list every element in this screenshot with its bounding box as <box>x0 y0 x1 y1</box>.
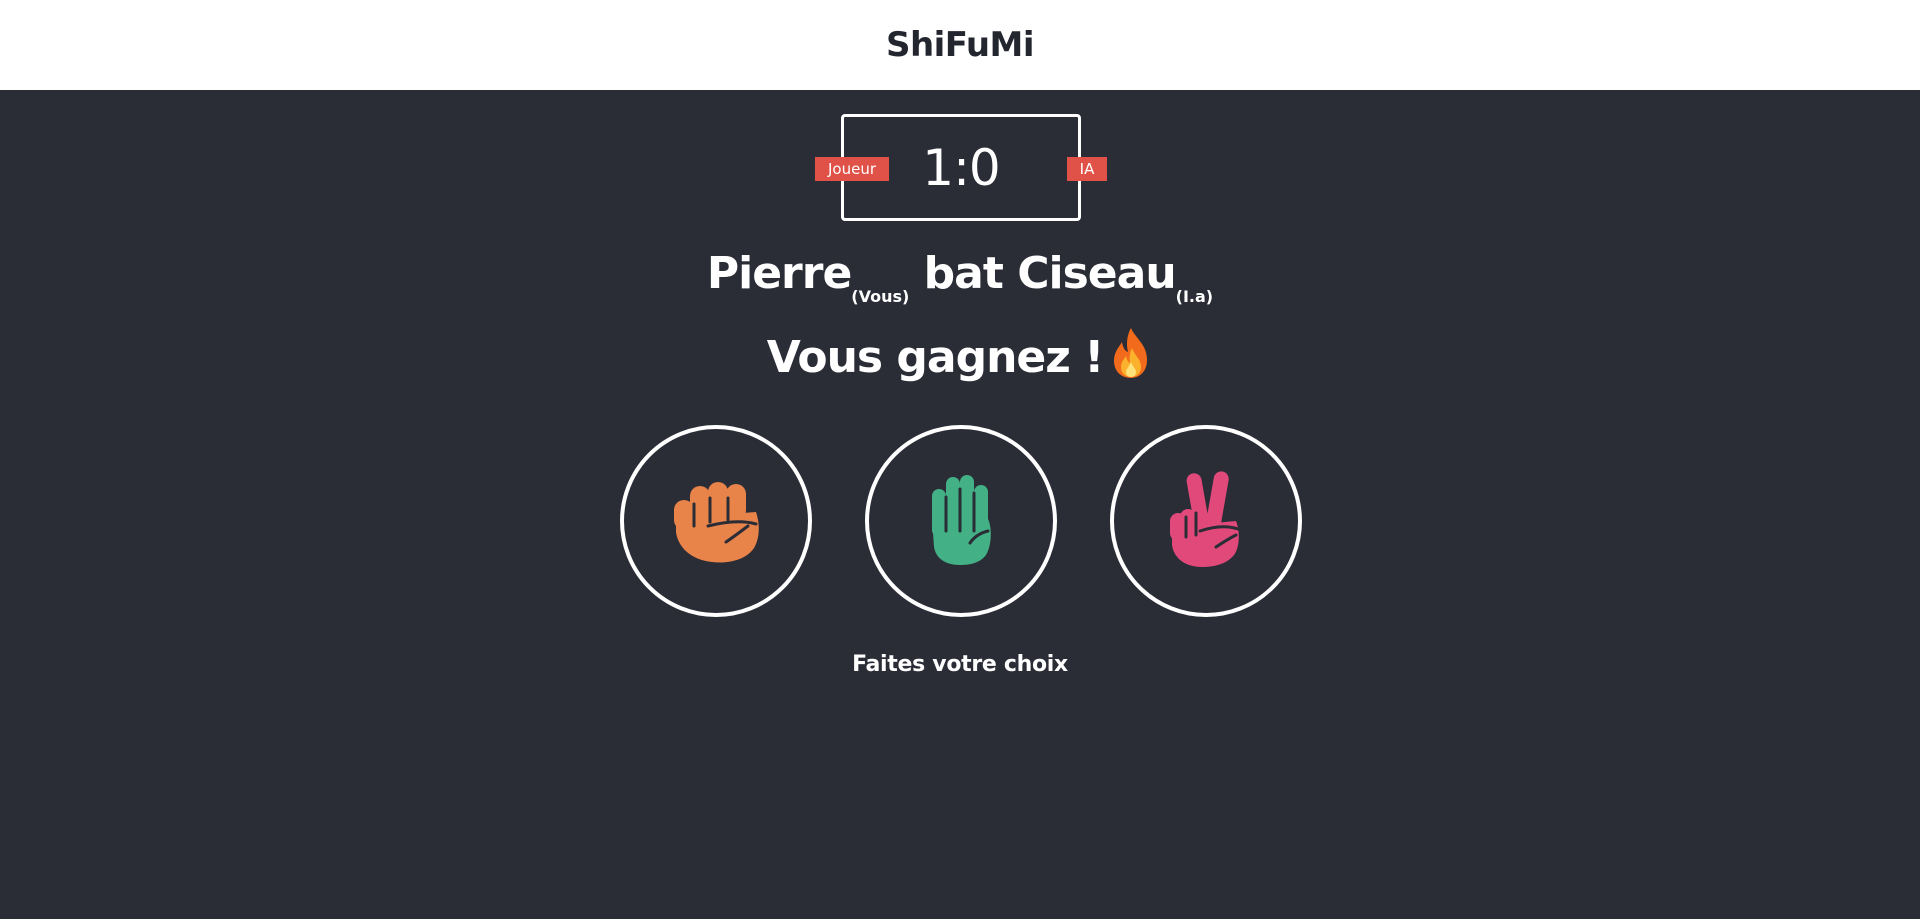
scissors-button[interactable] <box>1110 425 1302 617</box>
scoreboard: Joueur 1:0 IA <box>815 114 1107 221</box>
outcome-text: Vous gagnez ! <box>766 332 1105 383</box>
player-badge: Joueur <box>815 157 889 181</box>
raised-hand-icon <box>926 471 996 571</box>
ai-tag: (I.a) <box>1175 287 1214 306</box>
result-verb: bat <box>923 248 1004 299</box>
rock-button[interactable] <box>620 425 812 617</box>
ai-choice-text: Ciseau <box>1017 248 1176 299</box>
ai-badge: IA <box>1067 157 1107 181</box>
score-display: 1:0 <box>922 138 1000 197</box>
app-header: ShiFuMi <box>0 0 1920 90</box>
player-choice-text: Pierre <box>706 248 852 299</box>
paper-button[interactable] <box>865 425 1057 617</box>
choice-buttons <box>620 425 1302 617</box>
result-line: Pierre(Vous) bat Ciseau(I.a) <box>0 245 1920 326</box>
fist-icon <box>668 474 764 568</box>
app-title: ShiFuMi <box>885 25 1035 65</box>
outcome-line: Vous gagnez ! <box>0 326 1920 397</box>
player-tag: (Vous) <box>851 287 910 306</box>
fire-icon <box>1109 326 1153 397</box>
choice-prompt: Faites votre choix <box>852 652 1068 677</box>
victory-hand-icon <box>1166 469 1246 573</box>
round-result: Pierre(Vous) bat Ciseau(I.a) Vous gagnez… <box>0 245 1920 397</box>
